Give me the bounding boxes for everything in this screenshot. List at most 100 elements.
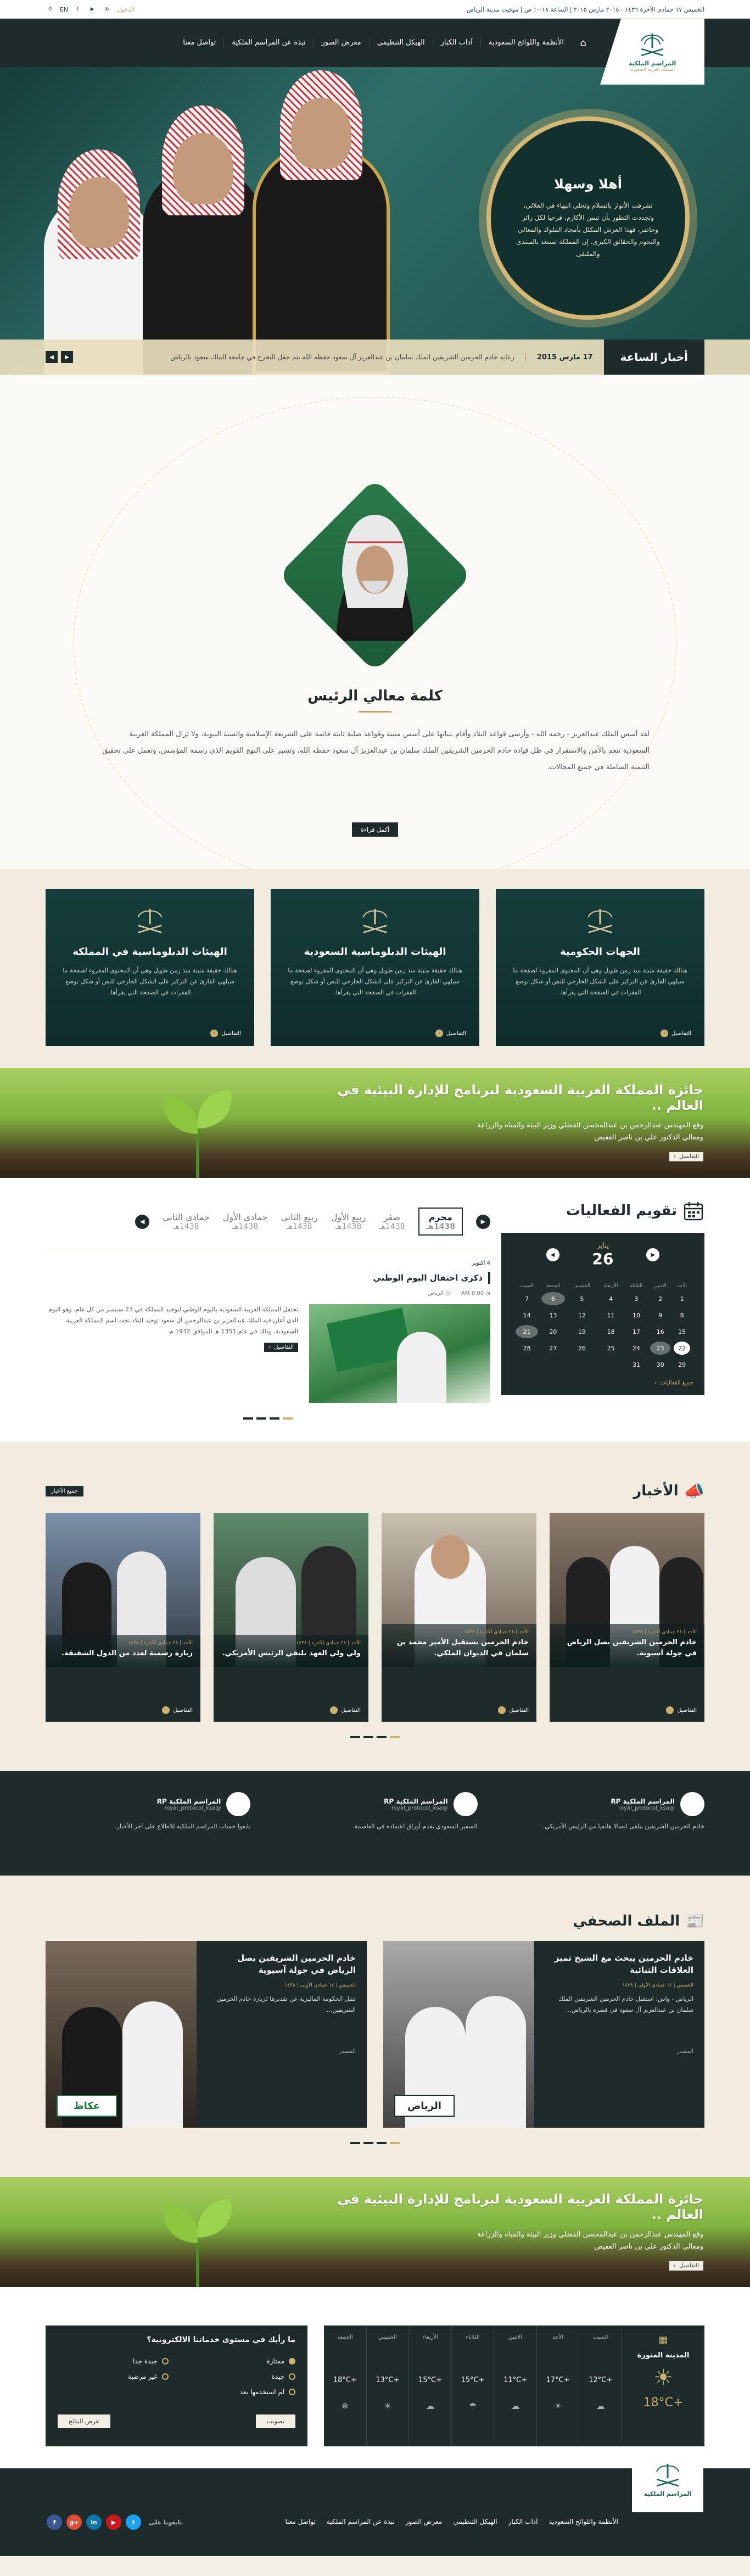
nav-item-about[interactable]: نبذة عن المراسم الملكية: [223, 37, 313, 48]
nav-item-etiquette[interactable]: آداب الكبار: [432, 37, 480, 48]
entity-card[interactable]: الهيئات الدبلوماسية السعودية هنالك حقيقة…: [271, 889, 479, 1046]
pager-dot[interactable]: [377, 1736, 387, 1738]
president-text: لقد أسس الملك عبدالعزيز - رحمه الله - وأ…: [102, 730, 650, 771]
all-events-link[interactable]: جميع الفعاليات ‹: [512, 1380, 693, 1386]
ticker-text[interactable]: رعاية خادم الحرمين الشريفين الملك سلمان …: [73, 353, 525, 361]
footer-menu: الأنظمة واللوائح السعودية آداب الكبار ال…: [286, 2518, 619, 2525]
entity-details-link[interactable]: التفاصيل ‹: [210, 1030, 241, 1037]
months-next-icon[interactable]: ▶: [476, 1214, 490, 1229]
calendar-next-icon[interactable]: ▶: [646, 1248, 660, 1261]
news-card[interactable]: الأحد | ٢٨ جمادى الآخرة | ١٤٣٨ زيارة رسمي…: [46, 1513, 200, 1722]
vote-button[interactable]: تصويت: [255, 2414, 296, 2428]
pager-dot[interactable]: [243, 1417, 253, 1420]
pager-dot[interactable]: [350, 1736, 360, 1738]
pager-dot[interactable]: [363, 1736, 373, 1738]
calendar-icon: ▦: [658, 2334, 668, 2346]
entity-card[interactable]: الجهات الحكومية هنالك حقيقة مثبتة منذ زم…: [496, 889, 704, 1046]
award-details-link[interactable]: التفاصيل ‹: [669, 1152, 703, 1161]
weather-widget: ▦ المدينة المنورة ☀ +18°C السبت +12°C ☁ ال…: [324, 2325, 704, 2446]
event-item: 4 اكتوبر ذكرى احتفال اليوم الوطني ◷ 8:00…: [46, 1260, 490, 1403]
login-link[interactable]: الدخول: [116, 6, 135, 13]
google-plus-icon[interactable]: g+: [66, 2514, 82, 2530]
nav-item-regulations[interactable]: الأنظمة واللوائح السعودية: [480, 37, 572, 48]
pager-dot[interactable]: [390, 2142, 400, 2144]
search-icon[interactable]: ⚲: [46, 5, 54, 14]
events-section: تقويم الفعاليات ▶ يناير 26 ◀ الأحد الاثني…: [0, 1178, 750, 1442]
event-title[interactable]: ذكرى احتفال اليوم الوطني: [373, 1273, 483, 1283]
pager-dot[interactable]: [377, 2142, 387, 2144]
press-card[interactable]: خادم الحرمين الشريفين يصل الرياض في جولة…: [46, 1941, 367, 2128]
nav-item-structure[interactable]: الهيكل التنظيمي: [368, 37, 433, 48]
month-tab[interactable]: جمادى الأول 1438هـ: [223, 1212, 268, 1231]
ticker-prev-icon[interactable]: ◀: [46, 351, 58, 363]
months-prev-icon[interactable]: ◀: [135, 1214, 150, 1229]
calendar-month: يناير: [596, 1242, 609, 1250]
twitter-icon[interactable]: t: [74, 5, 82, 14]
nav-item-contact[interactable]: تواصل معنا: [175, 37, 223, 48]
month-tab[interactable]: صفر 1438هـ: [379, 1212, 405, 1231]
pager-dot[interactable]: [270, 1417, 279, 1420]
ticker-next-icon[interactable]: ▶: [61, 351, 73, 363]
month-tab[interactable]: محرم 1438هـ: [418, 1208, 463, 1236]
poll-option[interactable]: جيدة جدا: [58, 2357, 169, 2365]
event-details-button[interactable]: التفاصيل ‹: [264, 1343, 298, 1352]
weather-day: الخميس +13°C ☀: [367, 2325, 410, 2446]
news-card[interactable]: الأحد | ٢٨ جمادى الآخرة | ١٤٣٨ ولي ولي ال…: [214, 1513, 368, 1722]
pager-dot[interactable]: [363, 2142, 373, 2144]
facebook-icon[interactable]: f: [47, 2514, 62, 2530]
pager-dot[interactable]: [390, 1736, 400, 1738]
language-switch[interactable]: EN: [60, 6, 68, 13]
month-tab[interactable]: جمادى الثاني 1438هـ: [163, 1212, 210, 1231]
news-details-link[interactable]: التفاصيل: [665, 1706, 697, 1714]
pager-dot[interactable]: [283, 1417, 293, 1420]
news-details-link[interactable]: التفاصيل: [161, 1706, 193, 1714]
youtube-icon[interactable]: ▶: [106, 2514, 121, 2530]
press-card[interactable]: خادم الحرمين يبحث مع الشيخ تميز العلاقات…: [383, 1941, 704, 2128]
footer-link[interactable]: الهيكل التنظيمي: [453, 2518, 497, 2525]
entity-details-link[interactable]: التفاصيل ‹: [435, 1030, 466, 1037]
tweet-item[interactable]: المراسم الملكية RP @royal_protocol_ksa ال…: [272, 1792, 478, 1832]
footer-link[interactable]: تواصل معنا: [286, 2518, 316, 2525]
news-card[interactable]: الأحد | ٢٨ جمادى الآخرة | ١٤٣٨ خادم الحرم…: [550, 1513, 704, 1722]
pager-dot[interactable]: [350, 2142, 360, 2144]
month-tab[interactable]: ربيع الثاني 1438هـ: [281, 1212, 317, 1231]
calendar-prev-icon[interactable]: ◀: [546, 1248, 559, 1261]
linkedin-icon[interactable]: in: [86, 2514, 102, 2530]
poll-option[interactable]: غير مرضية: [58, 2373, 169, 2380]
poll-option[interactable]: ممتازة: [185, 2357, 296, 2365]
twitter-icon[interactable]: t: [126, 2514, 141, 2530]
hero-slider: أهلا وسهلا تشرفت الأنوار بالسلام وتحلى ا…: [0, 67, 750, 375]
sprout-icon: [164, 2199, 232, 2287]
calendar-icon: [684, 1202, 703, 1221]
news-details-link[interactable]: التفاصيل: [497, 1706, 529, 1714]
youtube-icon[interactable]: ▶: [88, 5, 97, 14]
poll-option[interactable]: لم استخدمها بعد: [185, 2388, 296, 2396]
month-tab[interactable]: ربيع الأول 1438هـ: [331, 1212, 366, 1231]
pager-dot[interactable]: [256, 1417, 266, 1420]
welcome-title: أهلا وسهلا: [553, 176, 623, 192]
tweet-item[interactable]: المراسم الملكية RP @royal_protocol_ksa خا…: [500, 1792, 704, 1832]
footer-link[interactable]: معرض الصور: [406, 2518, 443, 2525]
home-icon[interactable]: ⌂: [572, 31, 595, 54]
news-details-link[interactable]: التفاصيل: [329, 1706, 361, 1714]
poll-option[interactable]: جيدة: [185, 2373, 296, 2380]
footer-link[interactable]: الأنظمة واللوائح السعودية: [548, 2518, 618, 2525]
read-more-button[interactable]: أكمل قراءة: [352, 822, 398, 837]
news-card[interactable]: الأحد | ٢٨ جمادى الآخرة | ١٤٣٨ خادم الحرم…: [382, 1513, 536, 1722]
news-ticker: أخبار الساعة 17 مارس 2015 رعاية خادم الح…: [0, 340, 750, 375]
results-button[interactable]: عرض النتائج: [58, 2414, 110, 2428]
entity-card[interactable]: الهيئات الدبلوماسية في المملكة هنالك حقي…: [46, 889, 254, 1046]
award-details-link[interactable]: التفاصيل ‹: [669, 2261, 703, 2271]
site-logo[interactable]: المراسم الملكية المملكة العربية السعودية: [600, 19, 704, 85]
all-news-button[interactable]: جميع الأخبار: [46, 1485, 84, 1496]
sprout-icon: [164, 1090, 232, 1178]
weather-city[interactable]: المدينة المنورة: [637, 2351, 690, 2360]
nav-item-gallery[interactable]: معرض الصور: [313, 37, 368, 48]
entity-details-link[interactable]: التفاصيل ‹: [660, 1030, 691, 1037]
tweet-item[interactable]: المراسم الملكية RP @royal_protocol_ksa تا…: [46, 1792, 251, 1832]
footer-link[interactable]: نبذة عن المراسم الملكية: [327, 2518, 395, 2525]
footer-link[interactable]: آداب الكبار: [508, 2518, 538, 2525]
arrow-icon: [329, 1706, 338, 1714]
rss-icon[interactable]: ◎: [102, 5, 111, 14]
footer-logo[interactable]: المراسم الملكية: [632, 2446, 703, 2512]
